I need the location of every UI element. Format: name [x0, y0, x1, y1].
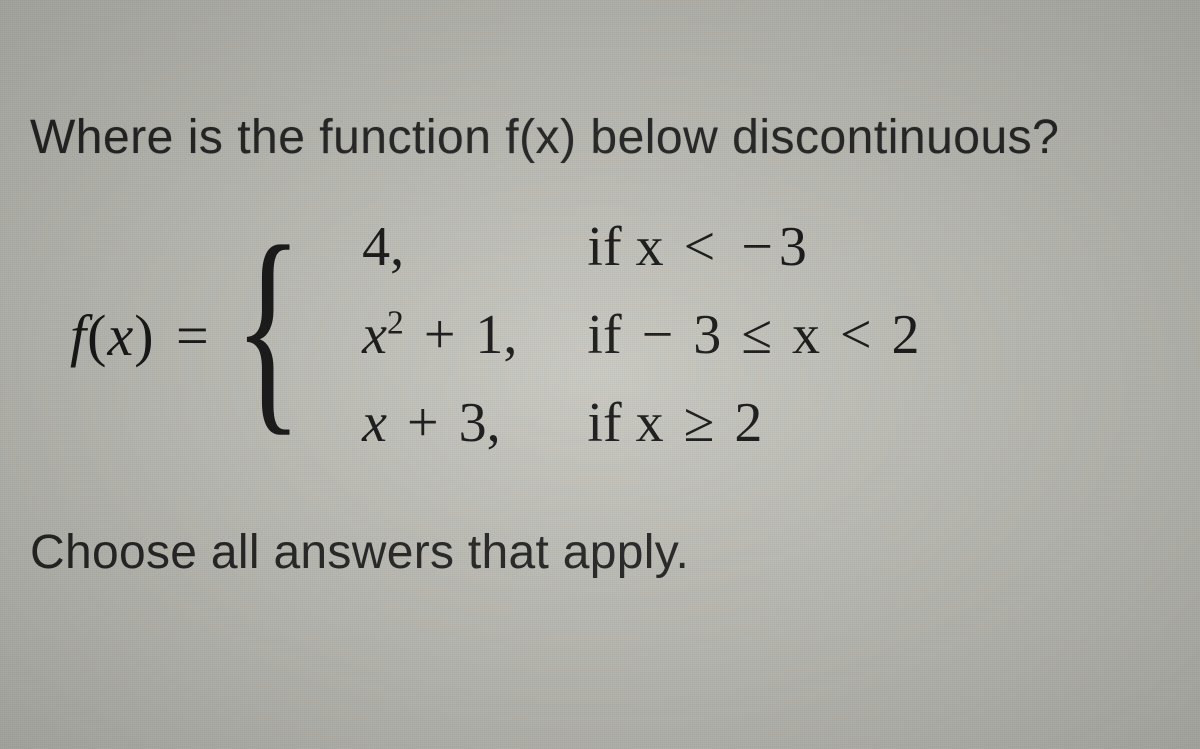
- instructions-text: Choose all answers that apply.: [30, 525, 1170, 580]
- piecewise-function: f(x) = { 4, if x < −3 x2 + 1, if − 3 ≤ x…: [70, 215, 1170, 455]
- left-brace-icon: {: [234, 233, 302, 422]
- piece-2-expr: x2 + 1,: [362, 303, 517, 367]
- piece-3-expr: x + 3,: [362, 391, 517, 455]
- piece-2-cond: if − 3 ≤ x < 2: [587, 303, 919, 367]
- function-lhs: f(x) =: [70, 302, 216, 369]
- piece-1-cond: if x < −3: [587, 215, 919, 279]
- pieces-grid: 4, if x < −3 x2 + 1, if − 3 ≤ x < 2 x + …: [362, 215, 919, 455]
- piece-1-expr: 4,: [362, 215, 517, 279]
- question-text: Where is the function f(x) below discont…: [30, 110, 1170, 165]
- piece-3-cond: if x ≥ 2: [587, 391, 919, 455]
